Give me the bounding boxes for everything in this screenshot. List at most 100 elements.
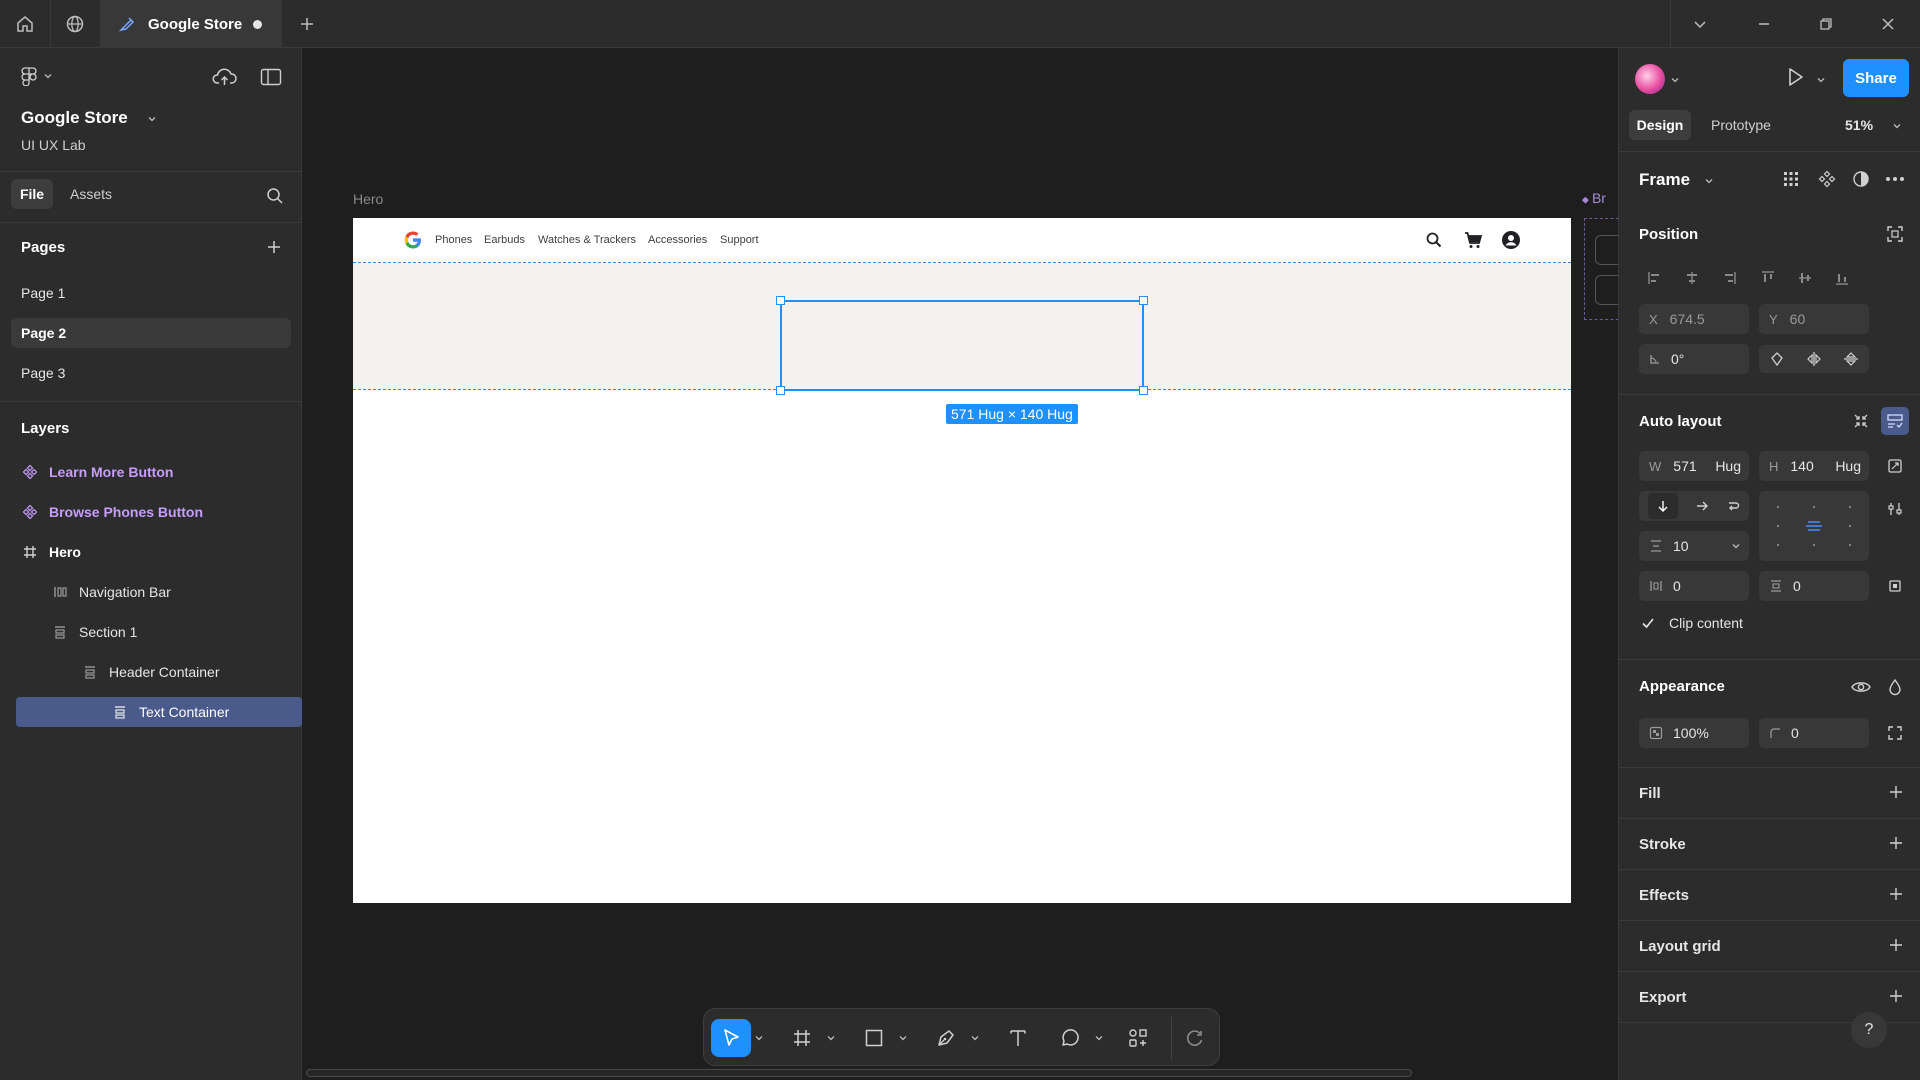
stroke-section[interactable]: Stroke bbox=[1619, 819, 1920, 870]
cloud-upload-button[interactable] bbox=[212, 66, 238, 88]
nav-link-accessories[interactable]: Accessories bbox=[648, 234, 707, 246]
cart-icon[interactable] bbox=[1463, 230, 1483, 250]
tab-assets[interactable]: Assets bbox=[70, 186, 112, 202]
main-menu-button[interactable] bbox=[20, 66, 54, 86]
layer-navigation-bar[interactable]: Navigation Bar bbox=[51, 577, 291, 607]
account-icon[interactable] bbox=[1501, 230, 1521, 250]
chevron-down-icon[interactable] bbox=[826, 1033, 836, 1043]
move-tool[interactable] bbox=[711, 1019, 751, 1057]
individual-padding-button[interactable] bbox=[1881, 572, 1909, 600]
nav-link-support[interactable]: Support bbox=[720, 234, 759, 246]
community-button[interactable] bbox=[50, 0, 100, 48]
selection-type-dropdown[interactable]: Frame bbox=[1639, 170, 1715, 190]
close-window-button[interactable] bbox=[1864, 0, 1912, 48]
width-sizing-mode[interactable]: Hug bbox=[1715, 458, 1741, 474]
canvas[interactable]: Hero ■ Br Phones Earbuds Watches & Track… bbox=[302, 48, 1618, 1080]
advanced-layout-button[interactable] bbox=[1881, 495, 1909, 523]
resizing-options-button[interactable] bbox=[1881, 452, 1909, 480]
chevron-down-icon[interactable] bbox=[970, 1033, 980, 1043]
share-button[interactable]: Share bbox=[1843, 59, 1909, 97]
layer-learn-more-button[interactable]: Learn More Button bbox=[21, 457, 291, 487]
layout-grid-toggle[interactable] bbox=[1777, 165, 1805, 193]
chevron-down-icon[interactable] bbox=[754, 1033, 764, 1043]
nav-link-earbuds[interactable]: Earbuds bbox=[484, 234, 525, 246]
align-bottom-button[interactable] bbox=[1823, 263, 1860, 293]
plus-icon[interactable] bbox=[1887, 885, 1905, 903]
blend-mode-button[interactable] bbox=[1881, 673, 1909, 701]
layer-section-1[interactable]: Section 1 bbox=[51, 617, 291, 647]
chevron-down-icon[interactable] bbox=[1815, 74, 1827, 86]
more-options-button[interactable] bbox=[1881, 165, 1909, 193]
height-sizing-mode[interactable]: Hug bbox=[1835, 458, 1861, 474]
avatar[interactable] bbox=[1635, 64, 1665, 94]
layer-browse-phones-button[interactable]: Browse Phones Button bbox=[21, 497, 291, 527]
align-middle-button[interactable] bbox=[1786, 263, 1823, 293]
vertical-padding-field[interactable]: 0 bbox=[1759, 571, 1869, 601]
plus-icon[interactable] bbox=[1887, 834, 1905, 852]
create-component-button[interactable] bbox=[1813, 165, 1841, 193]
chevron-down-icon[interactable] bbox=[1669, 74, 1681, 86]
offscreen-frame[interactable] bbox=[1584, 218, 1618, 320]
restore-button[interactable] bbox=[1802, 0, 1850, 48]
plus-icon[interactable] bbox=[1887, 987, 1905, 1005]
home-button[interactable] bbox=[0, 0, 50, 48]
tab-file[interactable]: File bbox=[11, 179, 53, 209]
help-button[interactable]: ? bbox=[1851, 1012, 1887, 1048]
resize-handle[interactable] bbox=[1139, 296, 1148, 305]
rotation-field[interactable]: 0° bbox=[1639, 344, 1749, 374]
clip-content-checkbox[interactable]: Clip content bbox=[1639, 614, 1743, 632]
flip-horizontal-icon[interactable] bbox=[1806, 351, 1822, 367]
rectangle-tool[interactable] bbox=[854, 1019, 894, 1057]
align-top-button[interactable] bbox=[1749, 263, 1786, 293]
align-right-button[interactable] bbox=[1710, 263, 1747, 293]
arrow-right-icon[interactable] bbox=[1695, 499, 1709, 513]
page-item-2[interactable]: Page 2 bbox=[11, 318, 291, 348]
nav-link-phones[interactable]: Phones bbox=[435, 234, 472, 246]
chevron-down-icon[interactable] bbox=[898, 1033, 908, 1043]
horizontal-padding-field[interactable]: 0 bbox=[1639, 571, 1749, 601]
search-icon[interactable] bbox=[1425, 231, 1443, 249]
hero-frame[interactable]: Phones Earbuds Watches & Trackers Access… bbox=[353, 218, 1571, 903]
search-layers-button[interactable] bbox=[266, 187, 284, 205]
effects-section[interactable]: Effects bbox=[1619, 870, 1920, 921]
align-center-h-button[interactable] bbox=[1673, 263, 1710, 293]
height-field[interactable]: H 140 Hug bbox=[1759, 451, 1869, 481]
present-button[interactable] bbox=[1785, 66, 1805, 88]
alignment-grid[interactable] bbox=[1759, 491, 1869, 561]
horizontal-scrollbar[interactable] bbox=[306, 1069, 1412, 1077]
plus-icon[interactable] bbox=[1887, 936, 1905, 954]
toggle-panel-button[interactable] bbox=[260, 68, 282, 86]
rotate-90-icon[interactable] bbox=[1769, 351, 1785, 367]
actions-tool[interactable] bbox=[1118, 1019, 1158, 1057]
frame-label[interactable]: Hero bbox=[353, 191, 383, 207]
independent-corners-button[interactable] bbox=[1881, 719, 1909, 747]
new-tab-button[interactable] bbox=[282, 0, 332, 48]
navigation-bar[interactable]: Phones Earbuds Watches & Trackers Access… bbox=[353, 218, 1571, 262]
pen-tool[interactable] bbox=[926, 1019, 966, 1057]
tab-prototype[interactable]: Prototype bbox=[1711, 117, 1771, 133]
y-position-field[interactable]: Y 60 bbox=[1759, 304, 1869, 334]
dev-mode-toggle[interactable] bbox=[1175, 1019, 1215, 1057]
offscreen-frame-label[interactable]: ■ Br bbox=[1579, 190, 1606, 207]
chevron-down-icon[interactable] bbox=[1094, 1033, 1104, 1043]
gap-field[interactable]: 10 bbox=[1639, 531, 1749, 561]
constraints-button[interactable] bbox=[1881, 220, 1909, 248]
direction-vertical-button[interactable] bbox=[1647, 493, 1678, 519]
x-position-field[interactable]: X 674.5 bbox=[1639, 304, 1749, 334]
flip-vertical-icon[interactable] bbox=[1843, 351, 1859, 367]
text-container-selection[interactable] bbox=[776, 296, 1148, 395]
layer-header-container[interactable]: Header Container bbox=[81, 657, 291, 687]
corner-radius-field[interactable]: 0 bbox=[1759, 718, 1869, 748]
page-item-3[interactable]: Page 3 bbox=[11, 358, 291, 388]
layer-text-container[interactable]: Text Container bbox=[16, 697, 302, 727]
minimize-button[interactable] bbox=[1740, 0, 1788, 48]
tab-design[interactable]: Design bbox=[1629, 110, 1691, 140]
chevron-down-icon[interactable] bbox=[1731, 541, 1741, 551]
mask-button[interactable] bbox=[1847, 165, 1875, 193]
plus-icon[interactable] bbox=[1887, 783, 1905, 801]
width-field[interactable]: W 571 Hug bbox=[1639, 451, 1749, 481]
wrap-icon[interactable] bbox=[1726, 499, 1740, 513]
document-tab[interactable]: Google Store bbox=[100, 0, 282, 48]
frame-tool[interactable] bbox=[782, 1019, 822, 1057]
zoom-level[interactable]: 51% bbox=[1845, 117, 1903, 133]
